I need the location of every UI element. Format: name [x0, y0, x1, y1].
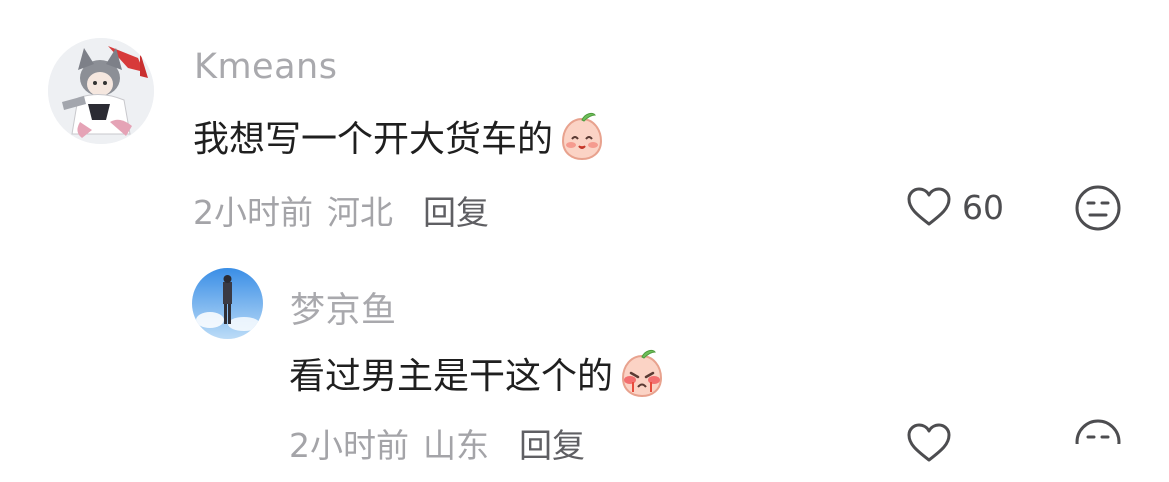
heart-icon	[907, 423, 951, 462]
neutral-face-icon	[1075, 185, 1121, 231]
heart-icon	[907, 187, 951, 226]
like-button[interactable]	[906, 422, 962, 464]
like-count: 60	[962, 187, 1004, 227]
username[interactable]: 梦京鱼	[290, 282, 397, 333]
dislike-button[interactable]	[1074, 184, 1122, 232]
reply-button[interactable]: 回复	[423, 186, 489, 234]
comment-location: 河北	[327, 193, 393, 232]
comment-text-content: 我想写一个开大货车的	[193, 119, 554, 160]
username[interactable]: Kmeans	[194, 47, 337, 87]
comment-text: 我想写一个开大货车的	[193, 106, 609, 166]
comment-location: 山东	[423, 426, 489, 465]
comment-text-content: 看过男主是干这个的	[289, 356, 614, 397]
sky-photo-avatar-icon	[192, 268, 263, 339]
like-button[interactable]: 60	[906, 186, 1004, 228]
avatar[interactable]	[48, 38, 154, 144]
crying-peach-icon	[615, 346, 669, 400]
reply-button[interactable]: 回复	[519, 419, 585, 467]
anime-avatar-icon	[48, 38, 154, 144]
comment-meta: 2小时前 山东 回复	[289, 419, 585, 467]
comment-item: Kmeans 我想写一个开大货车的 2小时前 河北 回复 60	[0, 0, 1169, 250]
reply-comment-item: 梦京鱼 看过男主是干这个的 2小时前 山东 回复	[0, 250, 1169, 482]
comment-meta: 2小时前 河北 回复	[193, 186, 489, 234]
comment-time: 2小时前	[193, 193, 313, 232]
smile-peach-icon	[555, 109, 609, 163]
avatar[interactable]	[192, 268, 263, 339]
watermark-overlay	[1009, 444, 1159, 470]
comment-time: 2小时前	[289, 426, 409, 465]
comment-text: 看过男主是干这个的	[289, 343, 669, 403]
